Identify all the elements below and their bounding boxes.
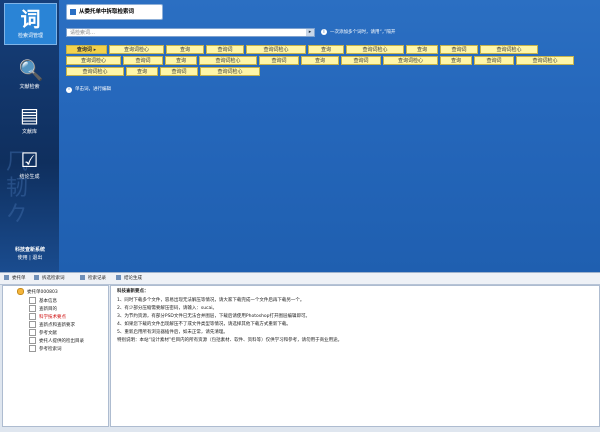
- tree-node[interactable]: 基本信息: [29, 297, 57, 305]
- title-icon: [70, 8, 76, 15]
- keyword-chip[interactable]: 查询词检心: [346, 45, 404, 54]
- keyword-chip[interactable]: 查询词检心: [516, 56, 574, 65]
- content-pane: 科技查新要点： 1、同时下载多个文件，容易出现无法解压等情况，请大家下载完成一个…: [110, 285, 600, 427]
- tab-conclusion[interactable]: 结论生成: [116, 274, 142, 283]
- content-line: 5、重新启用所有浏览器插件后，如未正常，请先清理。: [117, 330, 228, 335]
- system-title: 科技查新系统: [14, 247, 45, 253]
- sidebar-item-conclusion[interactable]: ☑ 结论生成: [4, 145, 55, 185]
- search-icon: 🔍: [18, 58, 44, 82]
- tree-node-selected[interactable]: 科学技术要点: [29, 313, 66, 321]
- info-icon: i: [321, 29, 327, 35]
- hint-text: i 一次添加多个词时，请用“，”隔开: [321, 28, 395, 37]
- keyword-chip[interactable]: 查询: [126, 67, 158, 76]
- keyword-chip[interactable]: 查询: [301, 56, 339, 65]
- keyword-chip[interactable]: 查询词检心: [480, 45, 538, 54]
- tree-root[interactable]: 委托单000803: [17, 288, 58, 296]
- document-icon: ▤: [20, 103, 39, 127]
- main-panel: 从委托单中拆取检索词 请检索词… ▸ i 一次添加多个词时，请用“，”隔开 查询词…: [59, 0, 600, 272]
- keyword-chip[interactable]: 查询词检心: [383, 56, 438, 65]
- content-line: 3、为节约资源，有部分PSD文件已无法合并图层，下载后请使用Photoshop打…: [117, 314, 311, 319]
- add-button[interactable]: ▸: [306, 29, 314, 36]
- page-title: 从委托单中拆取检索词: [66, 4, 163, 20]
- sidebar-item-keyword-manage[interactable]: 词 检索词管理: [4, 3, 57, 45]
- tab-icon: [80, 275, 85, 280]
- info-icon: i: [66, 87, 72, 93]
- keyword-chip[interactable]: 查询词检心: [109, 45, 164, 54]
- outline-tree: 委托单000803 基本信息 查新目的 科学技术要点 查新点和查新要求 参考文献…: [2, 285, 109, 427]
- sidebar: ⺇韧 𠂊 词 检索词管理 🔍 文献检索 ▤ 文献库 ☑ 结论生成 科技查新系统 使…: [0, 0, 59, 272]
- content-line: 特别说明：本站“设计素材”栏目内的所有资源（包括素材、软件、资料等）仅供学习和参…: [117, 338, 343, 343]
- tab-icon: [34, 275, 39, 280]
- tree-node[interactable]: 参考检索词: [29, 345, 62, 353]
- keyword-chip[interactable]: 查询词: [123, 56, 163, 65]
- help-text: i 单击词，进行编辑: [66, 86, 111, 93]
- keyword-chip[interactable]: 查询词检心: [246, 45, 306, 54]
- keyword-chip[interactable]: 查询词检心: [66, 56, 121, 65]
- tree-node[interactable]: 查新目的: [29, 305, 57, 313]
- keyword-chip[interactable]: 查询词: [341, 56, 381, 65]
- keyword-chip[interactable]: 查询词: [440, 45, 478, 54]
- page: ⺇韧 𠂊 词 检索词管理 🔍 文献检索 ▤ 文献库 ☑ 结论生成 科技查新系统 使…: [0, 0, 600, 432]
- app-window: ⺇韧 𠂊 词 检索词管理 🔍 文献检索 ▤ 文献库 ☑ 结论生成 科技查新系统 使…: [0, 0, 600, 272]
- content-line: 1、同时下载多个文件，容易出现无法解压等情况，请大家下载完成一个文件后再下载另一…: [117, 298, 305, 303]
- keyword-chip[interactable]: 查询: [406, 45, 438, 54]
- checkbox-icon: ☑: [20, 148, 39, 172]
- content-heading: 科技查新要点：: [117, 289, 149, 294]
- keyword-chip[interactable]: 查询词检心: [199, 56, 257, 65]
- search-placeholder: 请检索词…: [70, 30, 96, 36]
- sidebar-item-label: 文献检索: [19, 84, 40, 90]
- keyword-chip[interactable]: 查询词: [206, 45, 244, 54]
- folder-icon: [17, 288, 24, 295]
- tab-records[interactable]: 检索记录: [80, 274, 106, 283]
- keyword-chip[interactable]: 查询: [166, 45, 204, 54]
- footer-links[interactable]: 使用 | 退出: [2, 254, 58, 262]
- sidebar-item-label: 文献库: [21, 129, 37, 135]
- sidebar-item-label: 结论生成: [19, 174, 40, 180]
- sidebar-footer: 科技查新系统 使用 | 退出: [2, 246, 58, 262]
- tab-icon: [116, 275, 121, 280]
- bottom-tabs: 委托单 拆选检索词 检索记录 结论生成: [0, 272, 600, 285]
- keyword-chip[interactable]: 查询: [308, 45, 344, 54]
- tree-node[interactable]: 委托人提供的检出目录: [29, 337, 84, 345]
- sidebar-item-label: 检索词管理: [17, 33, 43, 39]
- content-line: 2、有少部分压缩需要解压密码，请输入：sucai。: [117, 306, 218, 311]
- keyword-chip[interactable]: 查询词: [160, 67, 198, 76]
- sidebar-item-literature-library[interactable]: ▤ 文献库: [4, 100, 55, 140]
- tab-commission[interactable]: 委托单: [4, 274, 26, 283]
- tree-node[interactable]: 查新点和查新要求: [29, 321, 75, 329]
- tab-icon: [4, 275, 9, 280]
- keyword-chip[interactable]: 查询: [165, 56, 197, 65]
- keyword-chip[interactable]: 查询: [440, 56, 472, 65]
- keyword-chip[interactable]: 查询词检心: [66, 67, 124, 76]
- tab-keywords[interactable]: 拆选检索词: [34, 274, 65, 283]
- keyword-chip[interactable]: 查询词检心: [200, 67, 260, 76]
- keyword-icon: 词: [20, 7, 41, 31]
- tree-node[interactable]: 参考文献: [29, 329, 57, 337]
- keyword-chip[interactable]: 查询词: [259, 56, 299, 65]
- sidebar-item-literature-search[interactable]: 🔍 文献检索: [4, 55, 55, 95]
- content-line: 4、如果您下载的文件出现解压不了或文件类型等情况，请选择其他下载方式重新下载。: [117, 322, 291, 327]
- search-input[interactable]: 请检索词… ▸: [66, 28, 315, 37]
- keyword-chip[interactable]: 查询词 ▸: [66, 45, 107, 54]
- keyword-chip[interactable]: 查询词: [474, 56, 514, 65]
